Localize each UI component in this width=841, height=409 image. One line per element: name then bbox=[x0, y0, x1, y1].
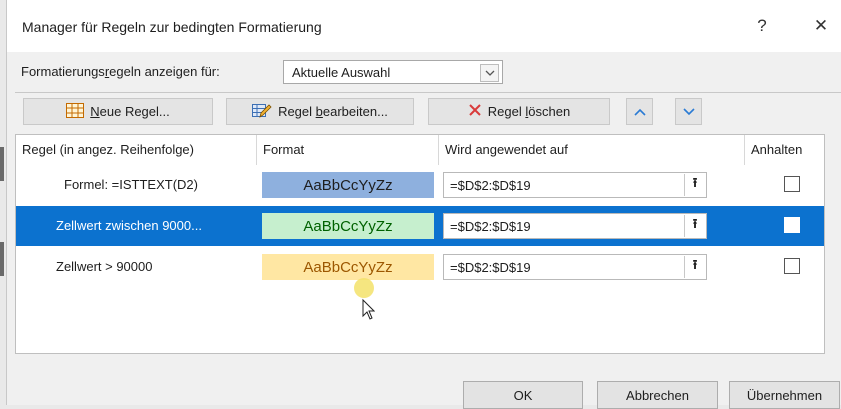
collapse-dialog-icon[interactable]: ⭱ bbox=[684, 215, 705, 237]
pencil-table-icon bbox=[252, 102, 272, 122]
move-down-button[interactable] bbox=[675, 98, 702, 125]
rule-row[interactable]: Zellwert > 90000 AaBbCcYyZz =$D$2:$D$19 … bbox=[16, 247, 824, 287]
applies-to-value: =$D$2:$D$19 bbox=[450, 219, 531, 234]
chevron-up-icon bbox=[633, 104, 646, 119]
rule-description: Zellwert zwischen 9000... bbox=[56, 218, 202, 233]
column-header-format[interactable]: Format bbox=[257, 135, 437, 165]
table-grid-icon bbox=[66, 102, 85, 121]
new-rule-accelerator: N bbox=[90, 104, 100, 119]
new-rule-label: Neue Regel... bbox=[90, 104, 170, 119]
show-rules-label-suffix: egeln anzeigen für: bbox=[109, 64, 220, 79]
stop-if-true-checkbox[interactable] bbox=[784, 176, 800, 192]
edit-rule-accelerator: b bbox=[315, 104, 323, 119]
stop-if-true-checkbox[interactable] bbox=[784, 258, 800, 274]
column-header-rule[interactable]: Regel (in angez. Reihenfolge) bbox=[16, 135, 256, 165]
applies-to-value: =$D$2:$D$19 bbox=[450, 178, 531, 193]
collapse-dialog-icon[interactable]: ⭱ bbox=[684, 174, 705, 196]
column-header-applies-to[interactable]: Wird angewendet auf bbox=[439, 135, 744, 165]
edit-rule-label-prefix: Regel bbox=[278, 104, 316, 119]
delete-rule-button[interactable]: Regel löschen bbox=[428, 98, 610, 125]
format-preview: AaBbCcYyZz bbox=[262, 172, 434, 198]
stop-if-true-checkbox[interactable] bbox=[784, 217, 800, 233]
rule-description: Formel: =ISTTEXT(D2) bbox=[64, 177, 198, 192]
delete-rule-label-prefix: Regel bbox=[487, 104, 526, 119]
window-edge bbox=[0, 242, 4, 276]
column-header-stop-if-true[interactable]: Anhalten bbox=[745, 135, 824, 165]
applies-to-field[interactable]: =$D$2:$D$19 ⭱ bbox=[443, 172, 707, 198]
show-rules-label-prefix: Formatierungs bbox=[21, 64, 105, 79]
edit-rule-button[interactable]: Regel bearbeiten... bbox=[226, 98, 414, 125]
rules-toolbar: Neue Regel... Regel bearbeiten... Regel … bbox=[15, 92, 841, 133]
title-bar: Manager für Regeln zur bedingten Formati… bbox=[7, 0, 841, 52]
rule-description: Zellwert > 90000 bbox=[56, 259, 153, 274]
applies-to-field[interactable]: =$D$2:$D$19 ⭱ bbox=[443, 213, 707, 239]
show-rules-for-value: Aktuelle Auswahl bbox=[292, 65, 391, 80]
window-edge bbox=[0, 147, 4, 181]
close-button[interactable]: ✕ bbox=[804, 12, 838, 40]
mouse-cursor-icon bbox=[353, 278, 376, 325]
delete-rule-label: Regel löschen bbox=[488, 104, 570, 119]
applies-to-value: =$D$2:$D$19 bbox=[450, 260, 531, 275]
show-rules-label: Formatierungsregeln anzeigen für: bbox=[21, 64, 220, 79]
move-up-button[interactable] bbox=[626, 98, 653, 125]
chevron-down-icon[interactable] bbox=[480, 64, 499, 82]
edit-rule-label-rest: earbeiten... bbox=[322, 104, 388, 119]
rule-row-selected[interactable]: Zellwert zwischen 9000... AaBbCcYyZz =$D… bbox=[16, 206, 824, 246]
rules-table: Regel (in angez. Reihenfolge) Format Wir… bbox=[15, 134, 825, 354]
format-preview: AaBbCcYyZz bbox=[262, 254, 434, 280]
format-preview: AaBbCcYyZz bbox=[262, 213, 434, 239]
dialog-title: Manager für Regeln zur bedingten Formati… bbox=[22, 19, 322, 35]
new-rule-button[interactable]: Neue Regel... bbox=[23, 98, 213, 125]
show-rules-for-select[interactable]: Aktuelle Auswahl bbox=[283, 60, 503, 84]
delete-rule-label-rest: öschen bbox=[528, 104, 571, 119]
red-x-icon bbox=[468, 103, 482, 120]
applies-to-field[interactable]: =$D$2:$D$19 ⭱ bbox=[443, 254, 707, 280]
new-rule-label-rest: eue Regel... bbox=[99, 104, 170, 119]
edit-rule-label: Regel bearbeiten... bbox=[278, 104, 388, 119]
conditional-formatting-rules-manager-dialog: Manager für Regeln zur bedingten Formati… bbox=[6, 0, 841, 409]
help-button[interactable]: ? bbox=[745, 12, 779, 40]
chevron-down-icon bbox=[682, 104, 695, 119]
rule-row[interactable]: Formel: =ISTTEXT(D2) AaBbCcYyZz =$D$2:$D… bbox=[16, 165, 824, 205]
collapse-dialog-icon[interactable]: ⭱ bbox=[684, 256, 705, 278]
